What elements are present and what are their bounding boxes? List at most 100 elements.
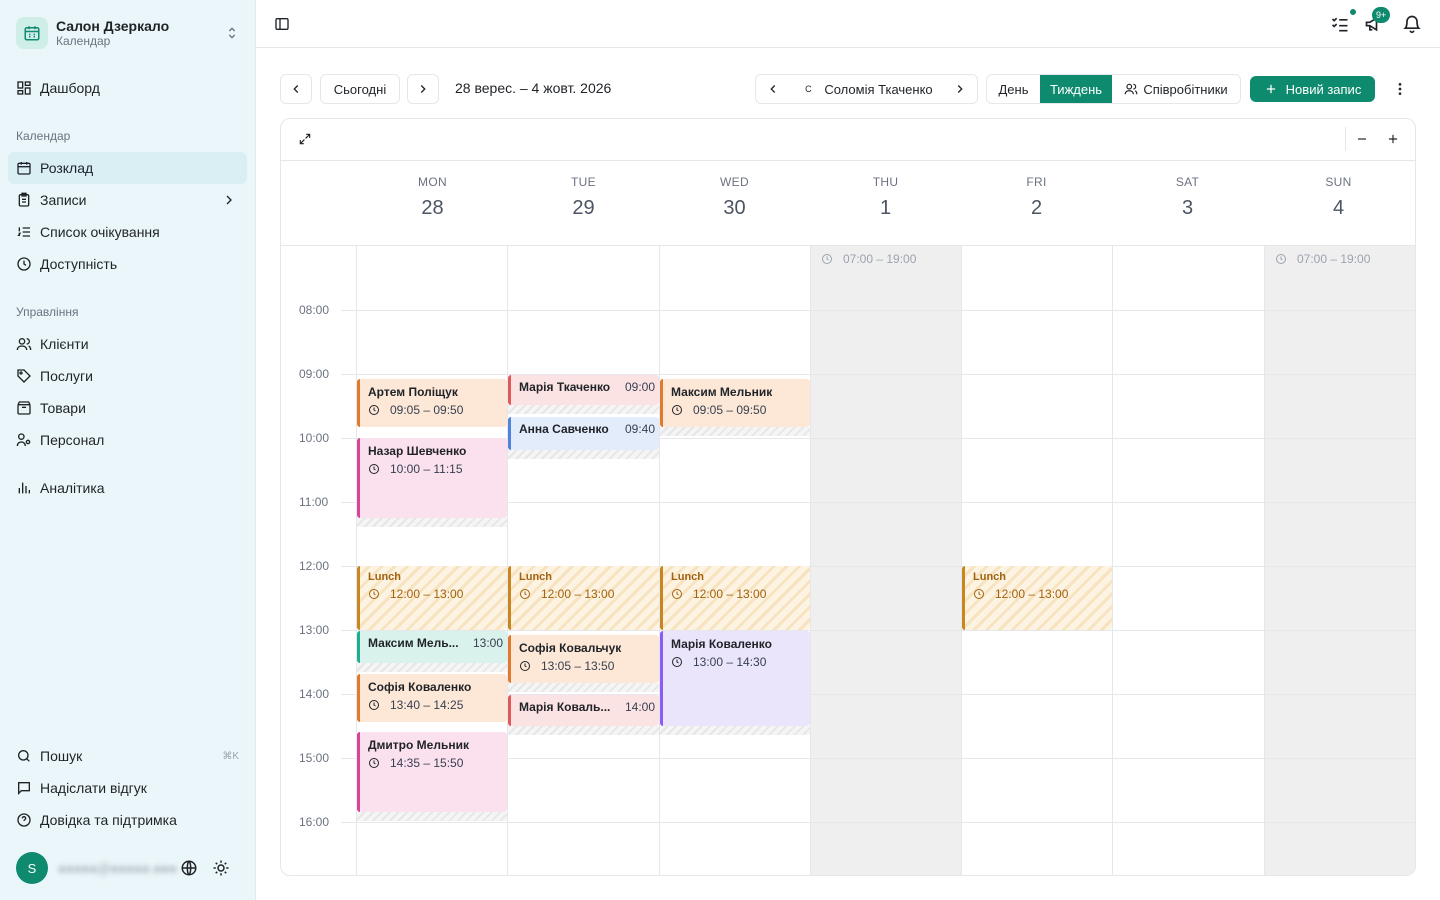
appointment-card[interactable]: Назар Шевченко 10:00 – 11:15 xyxy=(357,438,507,518)
next-week-button[interactable] xyxy=(407,74,439,104)
day-header-fri[interactable]: FRI 2 xyxy=(961,161,1112,245)
sidebar-item-staff[interactable]: Персонал xyxy=(8,424,247,456)
buffer-block xyxy=(508,683,659,692)
hour-label: 15:00 xyxy=(299,751,330,765)
workspace-subtitle: Календар xyxy=(56,34,111,48)
avatar[interactable]: S xyxy=(16,852,48,884)
day-header-thu[interactable]: THU 1 xyxy=(810,161,961,245)
day-column-tue[interactable] xyxy=(507,246,659,875)
day-column-sat[interactable] xyxy=(1112,246,1264,875)
day-number: 29 xyxy=(572,197,595,219)
clock-icon xyxy=(369,405,379,415)
day-column-thu[interactable] xyxy=(810,246,961,875)
day-header-tue[interactable]: TUE 29 xyxy=(508,161,659,245)
tab-week[interactable]: Тиждень xyxy=(1040,75,1112,103)
sidebar-item-label: Розклад xyxy=(40,160,94,176)
new-appointment-label: Новий запис xyxy=(1285,81,1362,97)
appointment-card[interactable]: Анна Савченко 09:40 xyxy=(508,417,659,450)
staff-selector[interactable]: С Соломія Ткаченко xyxy=(755,74,978,104)
day-number: 28 xyxy=(421,197,444,219)
appointment-card[interactable]: Софія Ковальчук 13:05 – 13:50 xyxy=(508,635,659,683)
day-header-mon[interactable]: MON 28 xyxy=(357,161,508,245)
appointment-card[interactable]: Марія Коваленко 13:00 – 14:30 xyxy=(660,631,810,726)
sidebar-item-label: Надіслати відгук xyxy=(40,780,147,796)
today-button[interactable]: Сьогодні xyxy=(320,74,400,104)
availability-sun: 07:00 – 19:00 xyxy=(1275,252,1370,266)
appointment-card[interactable]: Максим Мельник 09:05 – 09:50 xyxy=(660,379,810,427)
day-column-wed[interactable] xyxy=(659,246,810,875)
appointment-time: 13:00 xyxy=(472,636,503,650)
appointment-card[interactable]: Артем Поліщук 09:05 – 09:50 xyxy=(357,379,507,427)
lunch-break-block[interactable]: Lunch 12:00 – 13:00 xyxy=(962,566,1112,630)
sidebar-item-analytics[interactable]: Аналітика xyxy=(8,472,247,504)
day-header-wed[interactable]: WED 30 xyxy=(659,161,810,245)
day-of-week: SUN xyxy=(1325,175,1352,189)
section-label-calendar: Календар xyxy=(16,129,71,143)
sidebar-item-clients[interactable]: Клієнти xyxy=(8,328,247,360)
hour-label: 09:00 xyxy=(299,367,330,381)
expand-icon[interactable] xyxy=(298,132,312,146)
availability-thu: 07:00 – 19:00 xyxy=(821,252,916,266)
appointment-time: 10:00 – 11:15 xyxy=(390,462,463,476)
appointment-card[interactable]: Максим Мель... 13:00 xyxy=(357,631,507,663)
buffer-block xyxy=(357,518,507,527)
appointment-client: Марія Коваленко xyxy=(671,637,772,651)
appointment-card[interactable]: Марія Ткаченко 09:00 xyxy=(508,375,659,405)
week-calendar: MON 28 TUE 29 WED 30 THU 1 FRI 2 SAT 3 SUN 4 08… xyxy=(280,118,1416,876)
prev-week-button[interactable] xyxy=(280,74,312,104)
hour-label: 10:00 xyxy=(299,431,330,445)
hour-line xyxy=(341,822,1415,823)
chevron-right-icon[interactable] xyxy=(953,82,967,96)
bell-icon[interactable] xyxy=(1402,14,1422,34)
hour-label: 12:00 xyxy=(299,559,330,573)
user-menu[interactable]: S ●●●●●@●●●●●.●●● xyxy=(16,852,246,884)
users-icon xyxy=(16,338,32,351)
sidebar-item-availability[interactable]: Доступність xyxy=(8,248,247,280)
sidebar-toggle-icon[interactable] xyxy=(274,16,290,32)
appointment-client: Максим Мельник xyxy=(671,385,773,399)
globe-icon[interactable] xyxy=(180,859,198,877)
new-appointment-button[interactable]: Новий запис xyxy=(1250,76,1375,102)
message-square-icon xyxy=(18,782,30,795)
sidebar-item-dashboard[interactable]: Дашборд xyxy=(8,72,247,104)
sidebar-item-help[interactable]: Довідка та підтримка xyxy=(8,804,247,836)
tasks-icon[interactable] xyxy=(1330,14,1350,34)
appointment-client: Дмитро Мельник xyxy=(368,738,469,752)
day-header-sat[interactable]: SAT 3 xyxy=(1112,161,1263,245)
sidebar-item-services[interactable]: Послуги xyxy=(8,360,247,392)
lunch-break-block[interactable]: Lunch 12:00 – 13:00 xyxy=(508,566,659,630)
appointment-card[interactable]: Софія Коваленко 13:40 – 14:25 xyxy=(357,674,507,722)
zoom-in-icon[interactable] xyxy=(1386,132,1400,146)
lunch-break-block[interactable]: Lunch 12:00 – 13:00 xyxy=(357,566,507,630)
workspace-switcher[interactable]: Салон Дзеркало Календар xyxy=(16,15,240,51)
sun-icon[interactable] xyxy=(212,859,230,877)
sidebar-item-label: Клієнти xyxy=(40,336,89,352)
calendar-logo-icon xyxy=(16,17,48,49)
appointment-card[interactable]: Марія Коваль... 14:00 xyxy=(508,695,659,726)
day-header-sun[interactable]: SUN 4 xyxy=(1263,161,1414,245)
clock-icon xyxy=(520,661,530,671)
sidebar-item-search[interactable]: Пошук ⌘K xyxy=(8,740,247,772)
day-column-fri[interactable] xyxy=(961,246,1112,875)
availability-hours: 07:00 – 19:00 xyxy=(1297,252,1371,266)
sidebar-item-schedule[interactable]: Розклад xyxy=(8,152,247,184)
clock-icon xyxy=(17,257,31,271)
tab-day[interactable]: День xyxy=(987,75,1040,103)
day-number: 4 xyxy=(1332,197,1345,219)
sidebar-item-waitlist[interactable]: Список очікування xyxy=(8,216,247,248)
appointment-card[interactable]: Дмитро Мельник 14:35 – 15:50 xyxy=(357,732,507,812)
sidebar-item-feedback[interactable]: Надіслати відгук xyxy=(8,772,247,804)
zoom-out-icon[interactable] xyxy=(1355,132,1369,146)
day-column-sun[interactable] xyxy=(1264,246,1415,875)
chevron-left-icon[interactable] xyxy=(766,82,780,96)
sidebar-item-appointments[interactable]: Записи xyxy=(8,184,247,216)
sidebar-item-products[interactable]: Товари xyxy=(8,392,247,424)
lunch-break-block[interactable]: Lunch 12:00 – 13:00 xyxy=(660,566,810,630)
tab-staff[interactable]: Співробітники xyxy=(1112,75,1240,103)
sidebar-item-label: Пошук xyxy=(40,748,83,764)
hour-label: 08:00 xyxy=(299,303,330,317)
help-circle-icon xyxy=(17,813,31,827)
day-number: 2 xyxy=(1030,197,1043,219)
clock-icon xyxy=(369,589,379,599)
more-vertical-icon[interactable] xyxy=(1391,81,1409,97)
